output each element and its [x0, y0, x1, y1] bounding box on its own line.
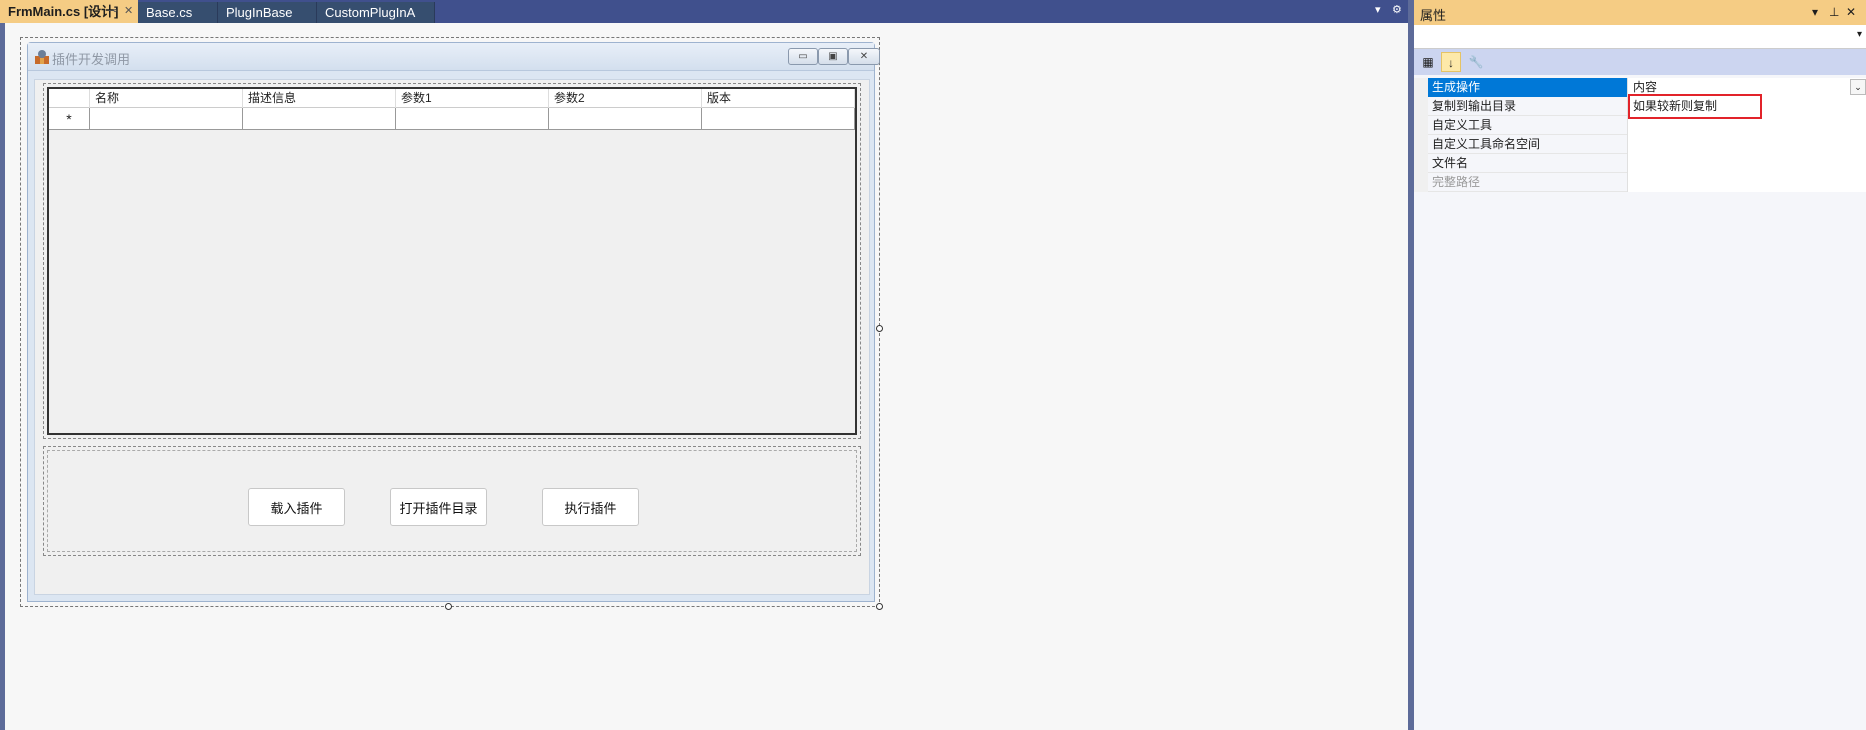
resize-handle-bottom-right[interactable] — [876, 603, 883, 610]
properties-title: 属性 — [1420, 8, 1447, 23]
property-row-build-action[interactable]: 生成操作 内容 ⌄ — [1414, 78, 1866, 97]
document-tab-strip: FrmMain.cs [设计] ⊸ ✕ Base.cs PlugInBase C… — [0, 0, 1408, 23]
row-gutter — [1414, 154, 1428, 173]
chevron-down-icon[interactable]: ⌄ — [1850, 79, 1866, 95]
row-gutter — [1414, 116, 1428, 135]
column-header-version[interactable]: 版本 — [702, 89, 855, 108]
tab-label: CustomPlugInA — [325, 5, 416, 20]
grid-cell[interactable] — [90, 108, 243, 130]
execute-plugin-button[interactable]: 执行插件 — [542, 488, 639, 526]
grid-header-row: 名称 描述信息 参数1 参数2 版本 — [49, 89, 855, 108]
minimize-icon[interactable]: ▭ — [788, 48, 818, 65]
property-value — [1628, 173, 1866, 192]
property-name: 复制到输出目录 — [1428, 97, 1628, 116]
open-plugin-folder-button[interactable]: 打开插件目录 — [390, 488, 487, 526]
form-client-area: 名称 描述信息 参数1 参数2 版本 * 载入插件 打开插件目录 执行插件 — [34, 79, 870, 595]
object-selector[interactable]: ▾ — [1414, 25, 1866, 49]
tab-pluginbase[interactable]: PlugInBase — [218, 2, 317, 23]
tab-label: Base.cs — [146, 5, 193, 20]
pin-icon[interactable]: ⊥ — [1829, 5, 1839, 19]
property-row-file-name[interactable]: 文件名 — [1414, 154, 1866, 173]
property-value[interactable] — [1628, 116, 1866, 135]
property-name: 自定义工具命名空间 — [1428, 135, 1628, 154]
tab-base-cs[interactable]: Base.cs — [138, 2, 218, 23]
property-name: 文件名 — [1428, 154, 1628, 173]
properties-panel: 属性 ▾ ⊥ ✕ ▾ ▦ ↓ 🔧 生成操作 内容 ⌄ 复制到输出目录 如果较新则… — [1408, 0, 1866, 730]
row-gutter — [1414, 173, 1428, 192]
column-header-param2[interactable]: 参数2 — [549, 89, 702, 108]
button-panel: 载入插件 打开插件目录 执行插件 — [47, 450, 857, 552]
row-gutter — [1414, 97, 1428, 116]
wrench-icon[interactable]: 🔧 — [1466, 52, 1486, 72]
pin-icon[interactable]: ⊸ — [108, 0, 117, 23]
property-row-custom-tool[interactable]: 自定义工具 — [1414, 116, 1866, 135]
categorized-icon[interactable]: ▦ — [1418, 52, 1438, 72]
property-value[interactable]: 如果较新则复制 — [1628, 97, 1866, 116]
property-grid: 生成操作 内容 ⌄ 复制到输出目录 如果较新则复制 自定义工具 自定义工具命名空… — [1414, 78, 1866, 192]
property-value-text: 内容 — [1633, 80, 1658, 94]
column-header-name[interactable]: 名称 — [90, 89, 243, 108]
grid-cell[interactable] — [243, 108, 396, 130]
property-value[interactable] — [1628, 135, 1866, 154]
plugin-data-grid[interactable]: 名称 描述信息 参数1 参数2 版本 * — [47, 87, 857, 435]
app-icon — [35, 50, 49, 64]
grid-cell[interactable] — [549, 108, 702, 130]
row-gutter — [1414, 78, 1428, 97]
grid-cell[interactable] — [396, 108, 549, 130]
grid-container: 名称 描述信息 参数1 参数2 版本 * — [43, 83, 861, 439]
property-row-copy-to-output[interactable]: 复制到输出目录 如果较新则复制 — [1414, 97, 1866, 116]
chevron-down-icon[interactable]: ▾ — [1857, 29, 1862, 40]
alphabetical-sort-icon[interactable]: ↓ — [1441, 52, 1461, 72]
tab-customplugina[interactable]: CustomPlugInA — [317, 2, 435, 23]
tab-overflow-icon[interactable]: ▾ — [1375, 3, 1381, 16]
grid-cell[interactable] — [702, 108, 855, 130]
maximize-icon[interactable]: ▣ — [818, 48, 848, 65]
property-name: 生成操作 — [1428, 78, 1628, 97]
design-surface: 插件开发调用 ▭ ▣ ✕ 名称 描述信息 参数1 参数2 版本 * 载入插件 打… — [5, 23, 1408, 730]
resize-handle-bottom[interactable] — [445, 603, 452, 610]
column-header-param1[interactable]: 参数1 — [396, 89, 549, 108]
tab-frmmain-design[interactable]: FrmMain.cs [设计] ⊸ ✕ — [0, 0, 138, 23]
form-title: 插件开发调用 — [52, 52, 131, 67]
property-value[interactable]: 内容 ⌄ — [1628, 78, 1866, 97]
row-gutter — [1414, 135, 1428, 154]
close-icon[interactable]: ✕ — [848, 48, 880, 65]
close-icon[interactable]: ✕ — [1846, 5, 1856, 19]
gear-icon[interactable]: ⚙ — [1392, 3, 1402, 16]
property-value[interactable] — [1628, 154, 1866, 173]
row-header-marker: * — [49, 108, 90, 130]
property-row-custom-tool-namespace[interactable]: 自定义工具命名空间 — [1414, 135, 1866, 154]
tab-label: PlugInBase — [226, 5, 293, 20]
property-row-full-path[interactable]: 完整路径 — [1414, 173, 1866, 192]
tab-label: FrmMain.cs [设计] — [8, 4, 119, 19]
grid-corner-header — [49, 89, 90, 108]
editor-pane: FrmMain.cs [设计] ⊸ ✕ Base.cs PlugInBase C… — [0, 0, 1408, 730]
designer-form-window[interactable]: 插件开发调用 ▭ ▣ ✕ 名称 描述信息 参数1 参数2 版本 * 载入插件 打… — [27, 42, 880, 602]
grid-new-row[interactable]: * — [49, 108, 855, 130]
chevron-down-icon[interactable]: ▾ — [1812, 5, 1818, 19]
column-header-description[interactable]: 描述信息 — [243, 89, 396, 108]
load-plugin-button[interactable]: 载入插件 — [248, 488, 345, 526]
resize-handle-right[interactable] — [876, 325, 883, 332]
properties-titlebar: 属性 ▾ ⊥ ✕ — [1414, 0, 1866, 25]
property-name: 完整路径 — [1428, 173, 1628, 192]
property-name: 自定义工具 — [1428, 116, 1628, 135]
properties-toolbar: ▦ ↓ 🔧 — [1414, 49, 1866, 75]
close-icon[interactable]: ✕ — [124, 0, 133, 23]
form-titlebar: 插件开发调用 ▭ ▣ ✕ — [28, 43, 880, 71]
button-panel-container: 载入插件 打开插件目录 执行插件 — [43, 446, 861, 556]
